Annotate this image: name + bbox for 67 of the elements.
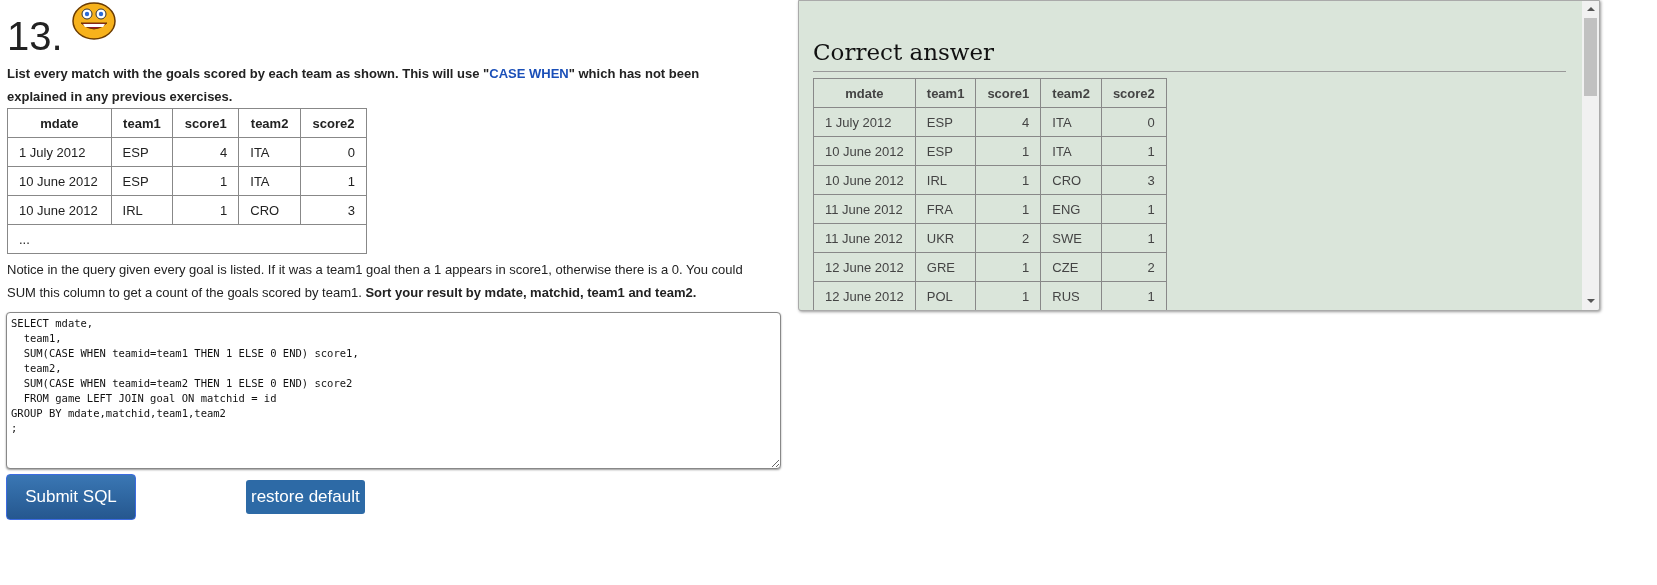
table-cell: 2 xyxy=(1101,252,1167,282)
answer-title: Correct answer xyxy=(813,39,996,65)
table-cell: UKR xyxy=(915,223,976,253)
table-cell: ITA xyxy=(238,166,301,196)
table-cell: 4 xyxy=(975,107,1041,137)
table-cell: GRE xyxy=(915,252,976,282)
table-cell: 1 xyxy=(172,166,239,196)
table-cell: 1 xyxy=(975,194,1041,224)
table-cell: 2 xyxy=(975,223,1041,253)
table-cell: CRO xyxy=(1040,165,1102,195)
table-cell: 1 xyxy=(975,136,1041,166)
column-header: score1 xyxy=(172,108,239,138)
table-cell: ESP xyxy=(915,136,976,166)
table-cell: 1 xyxy=(172,195,239,225)
smiley-icon xyxy=(71,2,116,40)
question-number: 13. xyxy=(7,14,63,59)
table-cell: ITA xyxy=(1040,107,1102,137)
column-header: score1 xyxy=(975,78,1041,108)
table-cell: 10 June 2012 xyxy=(7,166,112,196)
table-cell: CZE xyxy=(1040,252,1102,282)
column-header: team2 xyxy=(1040,78,1102,108)
table-cell: IRL xyxy=(915,165,976,195)
submit-button[interactable]: Submit SQL xyxy=(6,474,136,520)
column-header: score2 xyxy=(300,108,367,138)
column-header: mdate xyxy=(813,78,916,108)
column-header: mdate xyxy=(7,108,112,138)
table-cell: 10 June 2012 xyxy=(813,165,916,195)
table-cell: 11 June 2012 xyxy=(813,223,916,253)
table-cell: ESP xyxy=(915,107,976,137)
scroll-thumb[interactable] xyxy=(1584,18,1597,96)
table-cell: 1 xyxy=(300,166,367,196)
restore-button[interactable]: restore default xyxy=(246,480,365,514)
table-cell: 10 June 2012 xyxy=(7,195,112,225)
table-cell: ITA xyxy=(1040,136,1102,166)
table-cell: 12 June 2012 xyxy=(813,281,916,310)
table-cell: FRA xyxy=(915,194,976,224)
notice-text: Notice in the query given every goal is listed. If it was a team1 goal then a 1 appears in score1, otherwise there is a 0. You could SUM this column to get a count of the goals scored by team1. Sort your result by mdate, matchid, team1 and team2. xyxy=(7,261,744,302)
column-header: team1 xyxy=(111,108,173,138)
table-cell: 10 June 2012 xyxy=(813,136,916,166)
sql-editor[interactable]: SELECT mdate, team1, SUM(CASE WHEN teamid=team1 THEN 1 ELSE 0 END) score1, team2, SUM(CASE WHEN teamid=team2 THEN 1 ELSE 0 END) score2 FROM game LEFT JOIN goal ON matchid = id GROUP BY mdate,matchid,team1,team2 ; xyxy=(6,312,781,469)
table-cell: SWE xyxy=(1040,223,1102,253)
table-cell: ... xyxy=(7,224,367,254)
table-cell: IRL xyxy=(111,195,173,225)
table-cell: 4 xyxy=(172,137,239,167)
column-header: team1 xyxy=(915,78,976,108)
table-cell: ITA xyxy=(238,137,301,167)
table-cell: 1 July 2012 xyxy=(813,107,916,137)
table-cell: 1 July 2012 xyxy=(7,137,112,167)
table-cell: 1 xyxy=(975,165,1041,195)
table-cell: 1 xyxy=(1101,194,1167,224)
table-cell: 1 xyxy=(1101,223,1167,253)
table-cell: 3 xyxy=(1101,165,1167,195)
column-header: team2 xyxy=(238,108,301,138)
table-cell: 0 xyxy=(300,137,367,167)
table-cell: ESP xyxy=(111,137,173,167)
table-cell: ESP xyxy=(111,166,173,196)
column-header: score2 xyxy=(1101,78,1167,108)
table-cell: CRO xyxy=(238,195,301,225)
table-cell: 1 xyxy=(975,252,1041,282)
scrollbar[interactable] xyxy=(1582,1,1599,310)
table-cell: ENG xyxy=(1040,194,1102,224)
question-text: List every match with the goals scored by each team as shown. This will use "CASE WHEN" which has not been explained in any previous exercises. xyxy=(7,65,701,106)
table-cell: 11 June 2012 xyxy=(813,194,916,224)
table-cell: 0 xyxy=(1101,107,1167,137)
table-cell: 1 xyxy=(1101,136,1167,166)
table-cell: 3 xyxy=(300,195,367,225)
table-cell: 12 June 2012 xyxy=(813,252,916,282)
